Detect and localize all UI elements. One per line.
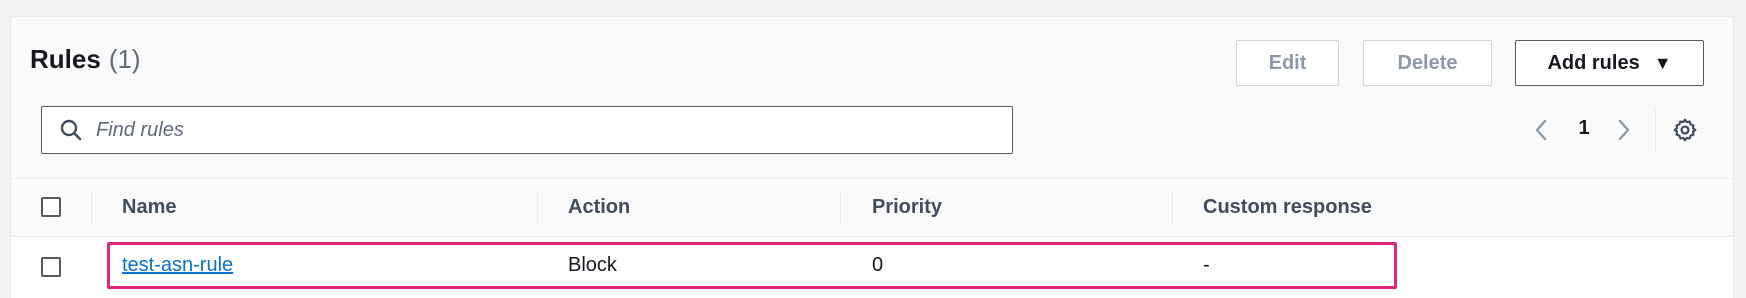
rule-action-cell: Block xyxy=(568,254,617,276)
column-header-name[interactable]: Name xyxy=(122,196,176,219)
column-divider[interactable] xyxy=(91,190,92,224)
next-page-icon[interactable] xyxy=(1616,118,1632,142)
delete-button[interactable]: Delete xyxy=(1363,40,1492,86)
page-title: Rules xyxy=(30,44,101,74)
search-icon xyxy=(60,119,82,141)
row-checkbox[interactable] xyxy=(41,257,61,277)
edit-button[interactable]: Edit xyxy=(1236,40,1339,86)
caret-down-icon: ▼ xyxy=(1653,52,1672,73)
rule-custom-response-cell: - xyxy=(1203,254,1210,276)
rule-name-link[interactable]: test-asn-rule xyxy=(122,254,233,276)
select-all-checkbox[interactable] xyxy=(41,197,61,217)
column-header-action[interactable]: Action xyxy=(568,196,630,219)
column-header-custom-response[interactable]: Custom response xyxy=(1203,196,1372,219)
table-top-divider xyxy=(10,178,1734,179)
current-page[interactable]: 1 xyxy=(1574,117,1594,140)
column-divider[interactable] xyxy=(537,190,538,224)
gear-icon[interactable] xyxy=(1672,117,1698,143)
search-box[interactable] xyxy=(41,106,1013,154)
add-rules-button[interactable]: Add rules ▼ xyxy=(1515,40,1704,86)
column-header-priority[interactable]: Priority xyxy=(872,196,942,219)
column-divider[interactable] xyxy=(840,190,841,224)
rule-priority-cell: 0 xyxy=(872,254,884,276)
search-input[interactable] xyxy=(96,118,956,142)
rules-count: (1) xyxy=(108,44,141,74)
panel-header: Rules (1) xyxy=(30,44,141,75)
add-rules-label: Add rules xyxy=(1547,51,1640,74)
rule-name-cell: test-asn-rule xyxy=(122,254,233,277)
previous-page-icon[interactable] xyxy=(1533,118,1549,142)
pagination-divider xyxy=(1655,108,1656,152)
column-divider[interactable] xyxy=(1172,190,1173,224)
